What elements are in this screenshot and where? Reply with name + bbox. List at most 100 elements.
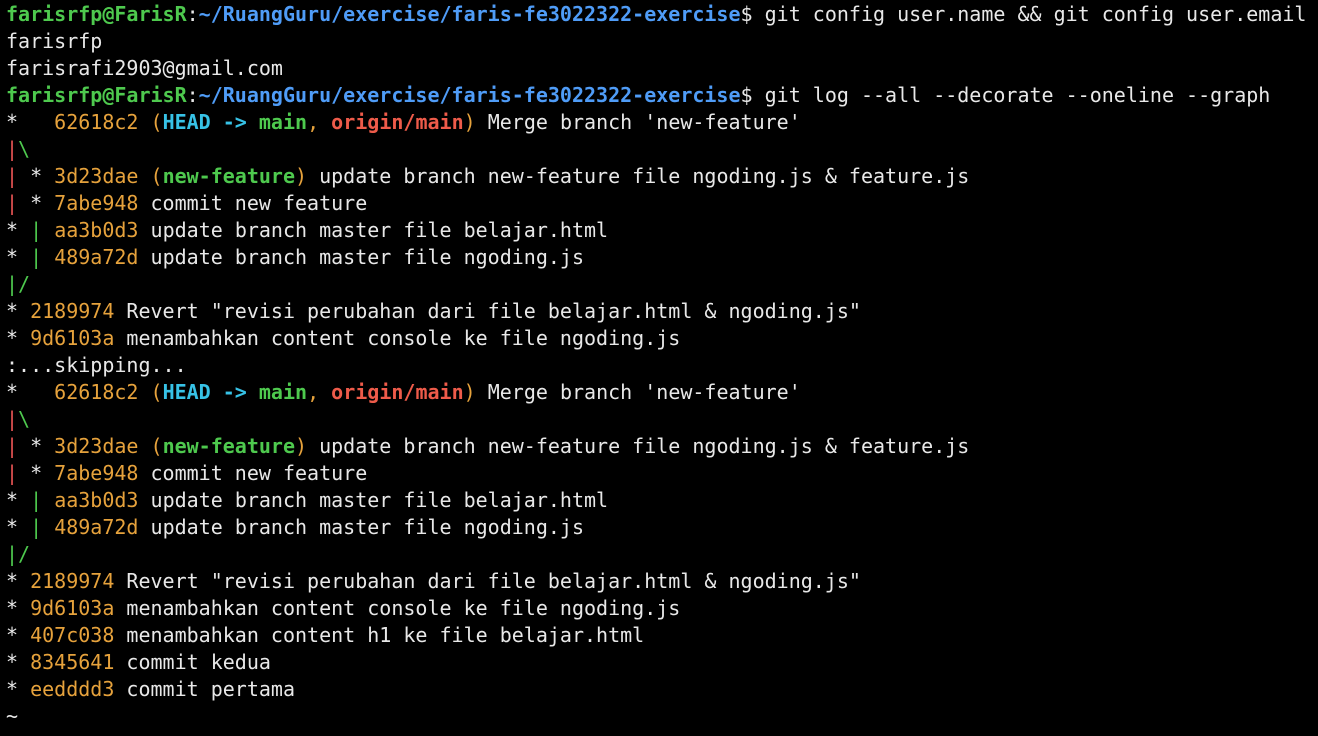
commit-hash: 8345641: [30, 650, 115, 674]
text-segment: :...skipping...: [6, 353, 187, 377]
text-segment: [42, 218, 54, 242]
terminal-line: | * 3d23dae (new-feature) update branch …: [6, 433, 1316, 460]
text-segment: Merge branch 'new-feature': [475, 380, 801, 404]
text-segment: update branch master file ngoding.js: [138, 245, 585, 269]
text-segment: farisrafi2903@gmail.com: [6, 56, 283, 80]
terminal-line: farisrfp@FarisR:~/RuangGuru/exercise/far…: [6, 1, 1316, 28]
text-segment: *: [6, 488, 31, 512]
text-segment: menambahkan content h1 ke file belajar.h…: [114, 623, 645, 647]
commit-hash: 9d6103a: [30, 326, 115, 350]
commit-hash: 3d23dae: [54, 434, 139, 458]
text-segment: commit kedua: [114, 650, 271, 674]
terminal-line: farisrfp: [6, 28, 1316, 55]
text-segment: update branch master file belajar.html: [138, 488, 609, 512]
text-segment: menambahkan content console ke file ngod…: [114, 596, 681, 620]
graph-line-green: |: [30, 245, 43, 269]
text-segment: Revert "revisi perubahan dari file belaj…: [114, 299, 861, 323]
commit-hash: 9d6103a: [30, 596, 115, 620]
terminal-line: |/: [6, 541, 1316, 568]
commit-hash: 7abe948: [54, 461, 139, 485]
commit-hash: aa3b0d3: [54, 218, 139, 242]
commit-hash: ): [295, 164, 308, 188]
commit-hash: 2189974: [30, 569, 115, 593]
path-segment: ~/RuangGuru/exercise/faris-fe3022322-exe…: [198, 83, 741, 107]
text-segment: $ git config user.name && git config use…: [740, 2, 1307, 26]
commit-hash: ,: [307, 380, 332, 404]
text-segment: Merge branch 'new-feature': [475, 110, 801, 134]
text-segment: Revert "revisi perubahan dari file belaj…: [114, 569, 861, 593]
text-segment: commit pertama: [114, 677, 296, 701]
terminal-line: * 9d6103a menambahkan content console ke…: [6, 595, 1316, 622]
commit-hash: 2189974: [30, 299, 115, 323]
terminal-line: |/: [6, 271, 1316, 298]
remote-branch-ref: origin/main: [331, 110, 464, 134]
text-segment: *: [18, 164, 55, 188]
terminal-line: ~: [6, 703, 1316, 730]
graph-line-green: |/: [6, 542, 31, 566]
terminal-line: * | 489a72d update branch master file ng…: [6, 244, 1316, 271]
terminal-line: | * 7abe948 commit new feature: [6, 460, 1316, 487]
terminal-line: | * 3d23dae (new-feature) update branch …: [6, 163, 1316, 190]
text-segment: :: [186, 2, 199, 26]
terminal-line: * 2189974 Revert "revisi perubahan dari …: [6, 298, 1316, 325]
commit-hash: (: [138, 110, 163, 134]
text-segment: *: [6, 245, 31, 269]
text-segment: [42, 515, 54, 539]
user-segment: farisrfp@FarisR: [6, 2, 187, 26]
text-segment: *: [18, 434, 55, 458]
text-segment: *: [6, 596, 31, 620]
commit-hash: ): [463, 380, 476, 404]
graph-line-red: |: [6, 137, 19, 161]
terminal-line: farisrafi2903@gmail.com: [6, 55, 1316, 82]
text-segment: commit new feature: [138, 461, 368, 485]
graph-line-red: |: [6, 191, 19, 215]
graph-line-green: |: [30, 515, 43, 539]
text-segment: [42, 245, 54, 269]
terminal-line: * 2189974 Revert "revisi perubahan dari …: [6, 568, 1316, 595]
commit-hash: 407c038: [30, 623, 115, 647]
text-segment: farisrfp: [6, 29, 103, 53]
terminal-line: | * 7abe948 commit new feature: [6, 190, 1316, 217]
user-segment: farisrfp@FarisR: [6, 83, 187, 107]
terminal-line: |\: [6, 136, 1316, 163]
terminal-line: * | aa3b0d3 update branch master file be…: [6, 487, 1316, 514]
text-segment: :: [186, 83, 199, 107]
text-segment: update branch master file ngoding.js: [138, 515, 585, 539]
terminal-output[interactable]: farisrfp@FarisR:~/RuangGuru/exercise/far…: [6, 1, 1316, 730]
text-segment: $ git log --all --decorate --oneline --g…: [740, 83, 1271, 107]
text-segment: *: [6, 218, 31, 242]
terminal-line: * 407c038 menambahkan content h1 ke file…: [6, 622, 1316, 649]
commit-hash: 62618c2: [54, 110, 139, 134]
terminal-line: * 9d6103a menambahkan content console ke…: [6, 325, 1316, 352]
remote-branch-ref: origin/main: [331, 380, 464, 404]
graph-line-red: |: [6, 434, 19, 458]
commit-hash: ): [463, 110, 476, 134]
text-segment: commit new feature: [138, 191, 368, 215]
graph-line-red: |: [6, 461, 19, 485]
commit-hash: (: [138, 380, 163, 404]
terminal-line: * | 489a72d update branch master file ng…: [6, 514, 1316, 541]
terminal-line: * eedddd3 commit pertama: [6, 676, 1316, 703]
commit-hash: ,: [307, 110, 332, 134]
text-segment: *: [6, 569, 31, 593]
text-segment: *: [6, 515, 31, 539]
terminal-line: :...skipping...: [6, 352, 1316, 379]
graph-line-green: |: [30, 488, 43, 512]
text-segment: [42, 488, 54, 512]
text-segment: *: [6, 650, 31, 674]
text-segment: *: [6, 623, 31, 647]
graph-line-green: |: [30, 218, 43, 242]
branch-ref: new-feature: [162, 164, 296, 188]
commit-hash: 489a72d: [54, 245, 139, 269]
graph-line-green: |/: [6, 272, 31, 296]
text-segment: *: [18, 191, 55, 215]
terminal-line: * 62618c2 (HEAD -> main, origin/main) Me…: [6, 109, 1316, 136]
commit-hash: 62618c2: [54, 380, 139, 404]
graph-line-green: \: [18, 407, 31, 431]
branch-ref: main: [258, 110, 308, 134]
branch-ref: new-feature: [162, 434, 296, 458]
graph-line-green: \: [18, 137, 31, 161]
commit-hash: (: [138, 434, 163, 458]
text-segment: *: [6, 677, 31, 701]
head-ref: HEAD ->: [162, 380, 259, 404]
